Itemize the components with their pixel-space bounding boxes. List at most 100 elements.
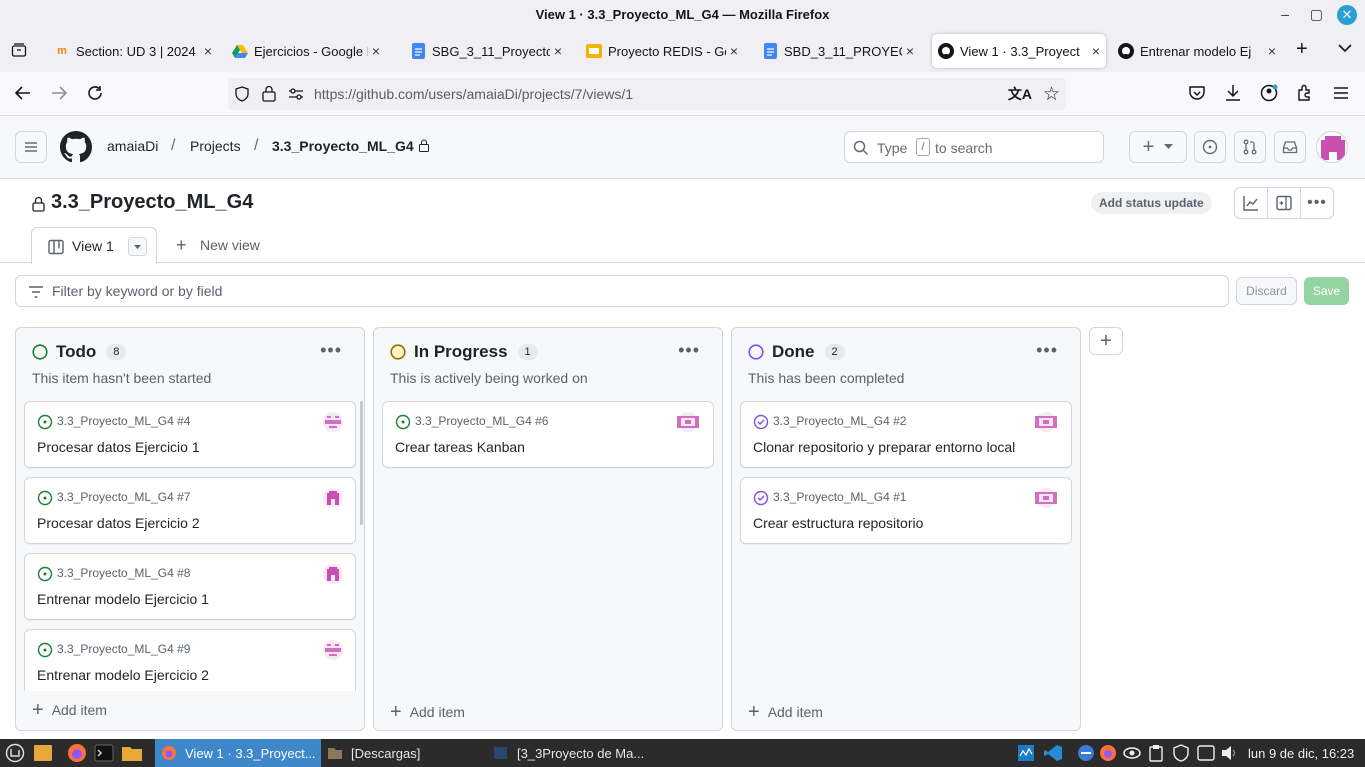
reload-icon[interactable] (86, 84, 104, 102)
card-item[interactable]: 3.3_Proyecto_ML_G4 #7 Procesar datos Eje… (24, 477, 356, 544)
save-button[interactable]: Save (1304, 277, 1349, 305)
shield-tray-icon[interactable] (1172, 739, 1190, 767)
card-item[interactable]: 3.3_Proyecto_ML_G4 #2 Clonar repositorio… (740, 401, 1072, 468)
url-text[interactable]: https://github.com/users/amaiaDi/project… (314, 86, 633, 102)
tab-close-icon[interactable]: × (554, 43, 562, 59)
add-status-update-button[interactable]: Add status update (1091, 192, 1212, 214)
pocket-icon[interactable] (1188, 84, 1206, 102)
lock-icon[interactable] (262, 85, 276, 102)
tab-slides[interactable]: Proyecto REDIS - Go × (580, 34, 744, 68)
breadcrumb-project[interactable]: 3.3_Proyecto_ML_G4 (272, 138, 414, 154)
tray-firefox-icon[interactable] (1099, 739, 1117, 767)
taskbar-firefox-window[interactable]: View 1 · 3.3_Proyect... (155, 739, 321, 767)
tray-eye-icon[interactable] (1123, 739, 1141, 767)
files-launcher-icon[interactable] (121, 739, 143, 767)
window-list-icon[interactable] (1197, 739, 1215, 767)
card-item[interactable]: 3.3_Proyecto_ML_G4 #1 Crear estructura r… (740, 477, 1072, 544)
url-bar[interactable]: https://github.com/users/amaiaDi/project… (228, 78, 1066, 110)
tab-active-github-project[interactable]: View 1 · 3.3_Proyect × (932, 34, 1106, 68)
card-title[interactable]: Entrenar modelo Ejercicio 2 (37, 667, 209, 683)
tab-close-icon[interactable]: × (204, 43, 212, 59)
maximize-button[interactable]: ▢ (1310, 6, 1323, 23)
tab-close-icon[interactable]: × (1092, 43, 1100, 59)
avatar[interactable] (1316, 131, 1348, 163)
filter-input[interactable]: Filter by keyword or by field (15, 275, 1229, 307)
back-icon[interactable] (14, 84, 32, 102)
global-nav-menu-button[interactable] (15, 131, 47, 163)
add-column-button[interactable]: + (1089, 327, 1123, 355)
card-item[interactable]: 3.3_Proyecto_ML_G4 #8 Entrenar modelo Ej… (24, 553, 356, 620)
card-item[interactable]: 3.3_Proyecto_ML_G4 #4 Procesar datos Eje… (24, 401, 356, 468)
issues-button[interactable] (1194, 131, 1226, 163)
permissions-icon[interactable] (288, 87, 304, 101)
chevron-down-icon[interactable] (1338, 43, 1352, 53)
create-new-button[interactable]: + (1129, 131, 1187, 163)
tab-close-icon[interactable]: × (730, 43, 738, 59)
breadcrumb-user[interactable]: amaiaDi (107, 138, 158, 154)
bookmark-star-icon[interactable]: ☆ (1043, 83, 1060, 106)
pull-requests-button[interactable] (1234, 131, 1266, 163)
tab-close-icon[interactable]: × (906, 43, 914, 59)
show-desktop-icon[interactable] (33, 739, 53, 767)
discard-button[interactable]: Discard (1236, 277, 1297, 305)
tab-close-icon[interactable]: × (372, 43, 380, 59)
terminal-launcher-icon[interactable] (94, 739, 114, 767)
side-panel-button[interactable] (1267, 187, 1301, 219)
card-title[interactable]: Procesar datos Ejercicio 2 (37, 515, 200, 531)
add-item-button[interactable]: + Add item (390, 702, 465, 722)
account-icon[interactable] (1260, 84, 1278, 102)
tab-github-issue[interactable]: Entrenar modelo Ej × (1112, 34, 1282, 68)
hamburger-menu-icon[interactable] (1332, 84, 1350, 102)
inbox-button[interactable] (1274, 131, 1306, 163)
column-menu-icon[interactable]: ••• (678, 340, 700, 361)
clipboard-icon[interactable] (1148, 739, 1164, 767)
tray-app-icon[interactable] (1077, 739, 1095, 767)
tab-moodle[interactable]: m Section: UD 3 | 2024 × (48, 34, 218, 68)
view-options-dropdown[interactable] (128, 237, 147, 256)
tab-docs-2[interactable]: SBD_3_11_PROYEC × (756, 34, 920, 68)
volume-icon[interactable] (1220, 739, 1238, 767)
assignee-avatar[interactable] (675, 412, 701, 432)
tab-google-drive[interactable]: Ejercicios - Google D × (226, 34, 386, 68)
mint-menu-icon[interactable] (5, 739, 25, 767)
search-input[interactable]: Type / to search (844, 131, 1104, 163)
assignee-avatar[interactable] (1033, 412, 1059, 432)
shield-icon[interactable] (234, 86, 250, 102)
scrollbar[interactable] (360, 401, 363, 525)
tab-docs-1[interactable]: SBG_3_11_Proyecto × (404, 34, 568, 68)
insights-button[interactable] (1234, 187, 1268, 219)
card-title[interactable]: Procesar datos Ejercicio 1 (37, 439, 200, 455)
card-title[interactable]: Entrenar modelo Ejercicio 1 (37, 591, 209, 607)
card-title[interactable]: Crear estructura repositorio (753, 515, 923, 531)
assignee-avatar[interactable] (1033, 488, 1059, 508)
extensions-icon[interactable] (1296, 84, 1314, 102)
tab-view-1[interactable]: View 1 (31, 227, 157, 264)
vscode-icon[interactable] (1043, 739, 1063, 767)
system-monitor-icon[interactable] (1017, 739, 1035, 767)
column-menu-icon[interactable]: ••• (1036, 340, 1058, 361)
assignee-avatar[interactable] (323, 640, 343, 660)
card-item[interactable]: 3.3_Proyecto_ML_G4 #9 Entrenar modelo Ej… (24, 629, 356, 691)
new-tab-icon[interactable]: + (1296, 38, 1308, 61)
assignee-avatar[interactable] (323, 564, 343, 584)
tab-close-icon[interactable]: × (1268, 43, 1276, 59)
assignee-avatar[interactable] (323, 412, 343, 432)
add-item-button[interactable]: + Add item (748, 702, 823, 722)
assignee-avatar[interactable] (323, 488, 343, 508)
tab-overview-icon[interactable] (11, 42, 27, 58)
add-item-button[interactable]: + Add item (32, 700, 107, 720)
minimize-button[interactable]: – (1281, 6, 1289, 22)
project-menu-button[interactable]: ••• (1300, 187, 1334, 219)
card-title[interactable]: Crear tareas Kanban (395, 439, 525, 455)
taskbar-virtualbox-window[interactable]: [3_3Proyecto de Ma... (493, 739, 644, 767)
breadcrumb-projects[interactable]: Projects (190, 138, 241, 154)
new-view-button[interactable]: New view (200, 237, 260, 253)
card-title[interactable]: Clonar repositorio y preparar entorno lo… (753, 439, 1015, 455)
card-item[interactable]: 3.3_Proyecto_ML_G4 #6 Crear tareas Kanba… (382, 401, 714, 468)
clock[interactable]: lun 9 de dic, 16:23 (1248, 739, 1354, 767)
downloads-icon[interactable] (1224, 84, 1242, 102)
forward-icon[interactable] (50, 84, 68, 102)
close-window-button[interactable]: ✕ (1337, 5, 1357, 25)
column-menu-icon[interactable]: ••• (320, 340, 342, 361)
firefox-launcher-icon[interactable] (67, 739, 87, 767)
